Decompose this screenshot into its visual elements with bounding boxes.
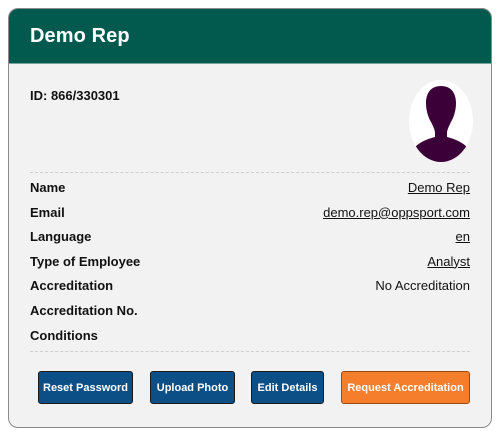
user-id: ID: 866/330301	[30, 88, 120, 103]
language-link[interactable]: en	[456, 229, 470, 245]
accreditation-no-label: Accreditation No.	[30, 302, 138, 318]
reset-password-button[interactable]: Reset Password	[38, 371, 133, 404]
detail-row-email: Email demo.rep@oppsport.com	[30, 205, 470, 230]
detail-row-accreditation: Accreditation No Accreditation	[30, 278, 470, 303]
details-list: Name Demo Rep Email demo.rep@oppsport.co…	[30, 180, 470, 352]
name-label: Name	[30, 180, 66, 195]
accreditation-label: Accreditation	[30, 278, 114, 294]
language-label: Language	[30, 229, 92, 245]
email-link[interactable]: demo.rep@oppsport.com	[323, 205, 470, 221]
request-accreditation-button[interactable]: Request Accreditation	[341, 371, 470, 404]
detail-row-accreditation-no: Accreditation No.	[30, 303, 470, 328]
detail-row-language: Language en	[30, 229, 470, 254]
employee-type-link[interactable]: Analyst	[427, 254, 470, 270]
divider	[30, 351, 470, 352]
divider	[30, 172, 470, 173]
person-silhouette-icon	[411, 86, 471, 162]
conditions-label: Conditions	[30, 327, 98, 343]
edit-details-button[interactable]: Edit Details	[251, 371, 324, 404]
profile-card: Demo Rep ID: 866/330301 Name Demo Rep Em…	[8, 8, 492, 428]
upload-photo-button[interactable]: Upload Photo	[150, 371, 235, 404]
detail-row-name: Name Demo Rep	[30, 180, 470, 205]
detail-row-employee-type: Type of Employee Analyst	[30, 254, 470, 279]
detail-row-conditions: Conditions	[30, 328, 470, 353]
avatar	[409, 80, 473, 162]
employee-type-label: Type of Employee	[30, 253, 141, 269]
name-link[interactable]: Demo Rep	[408, 180, 470, 196]
profile-summary: ID: 866/330301	[9, 64, 491, 172]
page-title: Demo Rep	[30, 24, 130, 47]
accreditation-value: No Accreditation	[375, 278, 470, 294]
email-label: Email	[30, 204, 65, 220]
card-header: Demo Rep	[9, 9, 491, 64]
